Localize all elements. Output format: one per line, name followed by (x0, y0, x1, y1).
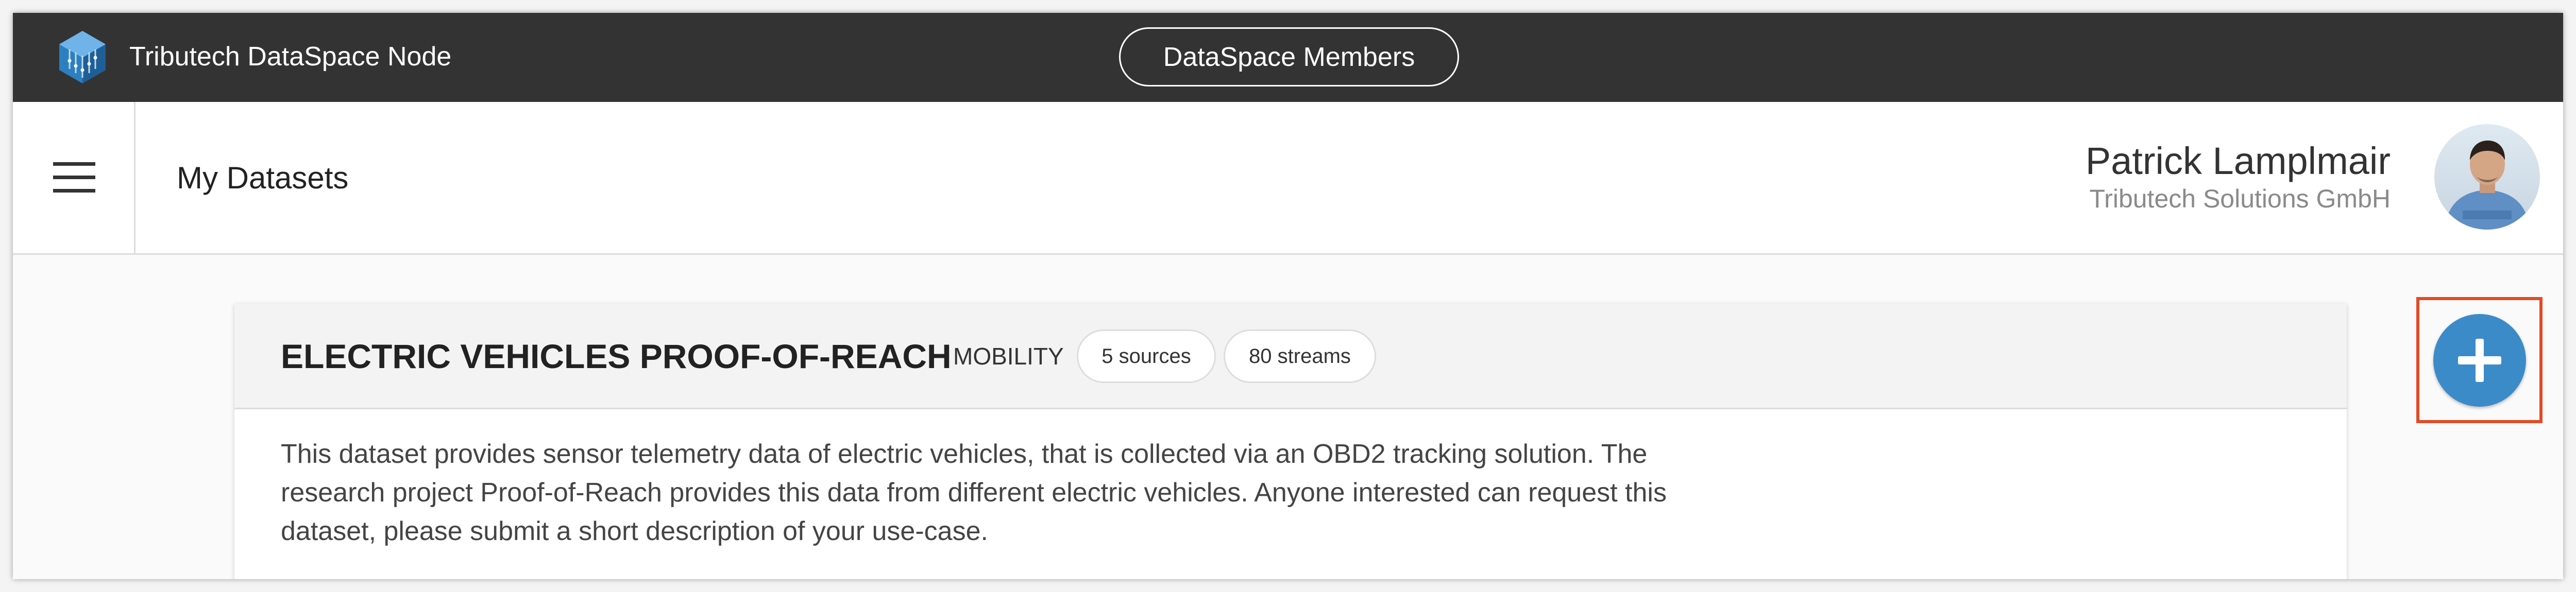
page-header: My Datasets Patrick Lamplmair Tributech … (13, 102, 2563, 255)
dataspace-members-button[interactable]: DataSpace Members (1119, 27, 1459, 86)
streams-badge: 80 streams (1224, 329, 1376, 383)
hamburger-menu-icon (53, 162, 95, 193)
app-title: Tributech DataSpace Node (129, 42, 452, 72)
user-organization: Tributech Solutions GmbH (2089, 184, 2391, 213)
dataset-card[interactable]: ELECTRIC VEHICLES PROOF-OF-REACH MOBILIT… (234, 304, 2347, 579)
plus-icon (2458, 339, 2501, 382)
app-window: Tributech DataSpace Node DataSpace Membe… (13, 13, 2563, 579)
menu-button[interactable] (13, 102, 135, 253)
dataset-card-header: ELECTRIC VEHICLES PROOF-OF-REACH MOBILIT… (234, 304, 2347, 409)
add-dataset-button[interactable] (2433, 314, 2526, 407)
sources-badge: 5 sources (1077, 329, 1216, 383)
tributech-logo-icon[interactable] (54, 29, 111, 85)
top-app-bar: Tributech DataSpace Node DataSpace Membe… (13, 13, 2563, 102)
user-name: Patrick Lamplmair (2085, 140, 2391, 182)
page-title: My Datasets (177, 161, 349, 195)
dataset-title[interactable]: ELECTRIC VEHICLES PROOF-OF-REACH (281, 336, 952, 377)
user-avatar[interactable] (2434, 124, 2540, 230)
dataset-description: This dataset provides sensor telemetry d… (281, 439, 1667, 546)
dataset-category: MOBILITY (953, 343, 1064, 370)
